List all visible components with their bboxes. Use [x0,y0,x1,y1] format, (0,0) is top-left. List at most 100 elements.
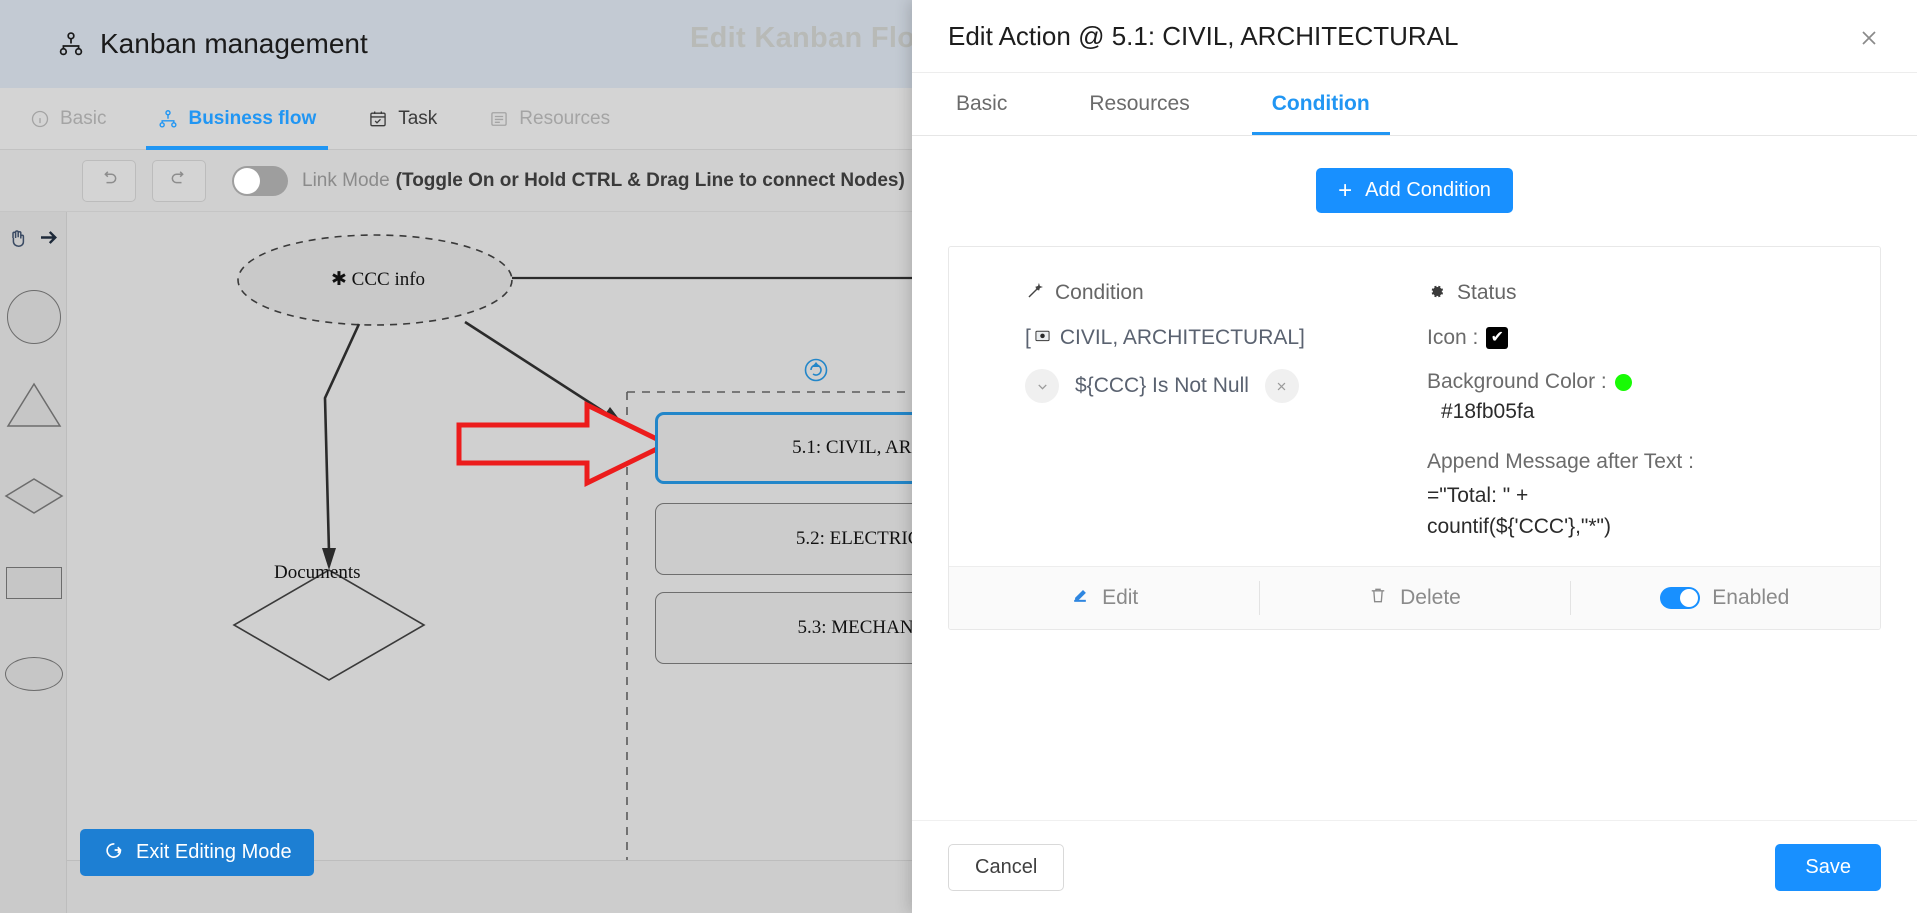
magic-wand-icon [1025,282,1044,305]
palette-ellipse[interactable] [0,657,67,691]
trash-icon [1368,585,1388,611]
calendar-check-icon [368,109,388,129]
node-ccc-info-label: ✱ CCC info [331,269,426,290]
condition-heading-label: Condition [1055,281,1144,304]
page-title: Kanban management [100,28,368,59]
close-icon[interactable] [1849,18,1889,58]
tab-resources[interactable]: Resources [1081,73,1197,135]
condition-heading: Condition [1025,281,1419,305]
pencil-icon [1070,585,1090,611]
app-title-group: Kanban management [58,28,368,60]
check-glyph: ✔ [1490,329,1505,346]
enabled-toggle-knob [1680,589,1699,608]
cancel-button[interactable]: Cancel [948,843,1065,891]
enabled-toggle[interactable] [1660,587,1701,610]
background-color-hex: #18fb05fa [1441,400,1535,423]
tab-business-flow-label: Business flow [188,107,317,129]
edit-condition-label: Edit [1102,586,1139,610]
edit-action-drawer: Edit Action @ 5.1: CIVIL, ARCHITECTURAL … [912,0,1917,913]
palette-triangle[interactable] [0,382,67,428]
tab-basic-label: Basic [956,92,1008,115]
delete-condition-button[interactable]: Delete [1259,567,1569,629]
condition-card: Condition [ CIVIL, ARCHITECTURAL] ${CCC}… [948,246,1881,631]
status-column: Status Icon : ✔ Background Color : #18fb… [1419,281,1880,542]
background-color-label: Background Color : [1427,370,1607,393]
check-box-icon: ✔ [1486,327,1509,349]
condition-card-actions: Edit Delete Enabled [949,566,1880,630]
hand-icon[interactable] [6,226,30,255]
plus-icon: + [1338,176,1353,204]
save-button[interactable]: Save [1775,843,1881,891]
tab-basic[interactable]: Basic [948,73,1015,135]
status-icon-row: Icon : ✔ [1427,326,1880,350]
status-background-hex-row: #18fb05fa [1427,400,1880,424]
node-documents-label: Documents [274,562,361,583]
enabled-toggle-label: Enabled [1712,586,1790,610]
add-condition-row: + Add Condition [948,136,1881,213]
condition-expression: ${CCC} Is Not Null [1075,374,1249,397]
palette-rectangle[interactable] [0,567,67,599]
gear-icon [1427,282,1446,305]
drawer-body: + Add Condition Condition [CIVIL, ARCHI… [912,136,1917,820]
undo-icon [99,168,119,194]
tab-resources-label: Resources [1089,92,1190,115]
append-message-line-2: countif(${'CCC'},"*") [1427,515,1611,539]
drawer-title: Edit Action @ 5.1: CIVIL, ARCHITECTURAL [948,20,1459,51]
screen: Kanban management Edit Kanban Flow @ [Re… [0,0,1917,913]
link-mode-label: Link Mode [302,169,390,191]
tab-condition[interactable]: Condition [1251,73,1390,135]
exit-editing-mode-label: Exit Editing Mode [136,841,292,863]
drawer-header: Edit Action @ 5.1: CIVIL, ARCHITECTURAL [912,0,1917,72]
tab-basic[interactable]: Basic [4,88,132,150]
list-icon [489,109,509,129]
tab-resources[interactable]: Resources [463,88,636,150]
palette-diamond[interactable] [0,477,67,515]
hierarchy-icon [158,109,178,129]
palette-tools [0,226,67,255]
link-mode-toggle[interactable] [232,165,288,196]
banknote-icon [1032,329,1053,348]
add-condition-button[interactable]: + Add Condition [1316,168,1513,213]
condition-target-prefix: [ [1025,326,1031,349]
tab-task-label: Task [398,107,438,129]
append-message-line-1: ="Total: " + [1427,484,1529,507]
enabled-toggle-cell[interactable]: Enabled [1569,567,1880,629]
delete-condition-label: Delete [1400,586,1461,610]
palette-circle[interactable] [0,290,67,344]
tab-task[interactable]: Task [342,88,463,150]
shape-palette [0,212,67,913]
condition-expression-row: ${CCC} Is Not Null [1025,369,1419,403]
refresh-icon [804,358,828,382]
edit-condition-button[interactable]: Edit [949,567,1259,629]
arrow-icon[interactable] [38,226,62,255]
close-x-icon[interactable] [1264,369,1299,403]
add-condition-label: Add Condition [1365,179,1491,201]
redo-icon [169,168,189,194]
undo-button[interactable] [82,159,136,202]
info-circle-icon [30,109,50,129]
condition-card-body: Condition [ CIVIL, ARCHITECTURAL] ${CCC}… [949,247,1880,566]
tab-condition-label: Condition [1271,92,1370,115]
condition-target: [ CIVIL, ARCHITECTURAL] [1025,326,1419,350]
color-swatch [1614,373,1632,391]
tab-resources-label: Resources [519,107,611,129]
append-message-label: Append Message after Text : [1427,450,1694,473]
redo-button[interactable] [152,159,206,202]
tab-business-flow[interactable]: Business flow [132,88,342,150]
logout-icon [102,839,124,867]
drawer-tab-bar: Basic Resources Condition [912,72,1917,136]
tab-basic-label: Basic [60,107,107,129]
condition-target-label: CIVIL, ARCHITECTURAL] [1059,326,1305,349]
append-message-label-row: Append Message after Text : [1427,450,1880,474]
status-heading-label: Status [1457,281,1517,304]
link-mode-hint: (Toggle On or Hold CTRL & Drag Line to c… [395,169,905,191]
status-background-row: Background Color : [1427,370,1880,394]
condition-column: Condition [ CIVIL, ARCHITECTURAL] ${CCC}… [949,281,1419,542]
status-icon-label: Icon : [1427,326,1479,349]
chevron-down-icon[interactable] [1025,369,1059,403]
hierarchy-icon [58,31,84,57]
link-mode-toggle-knob [234,167,260,194]
drawer-footer: Cancel Save [912,820,1917,913]
exit-editing-mode-button[interactable]: Exit Editing Mode [80,829,314,876]
status-heading: Status [1427,281,1880,305]
